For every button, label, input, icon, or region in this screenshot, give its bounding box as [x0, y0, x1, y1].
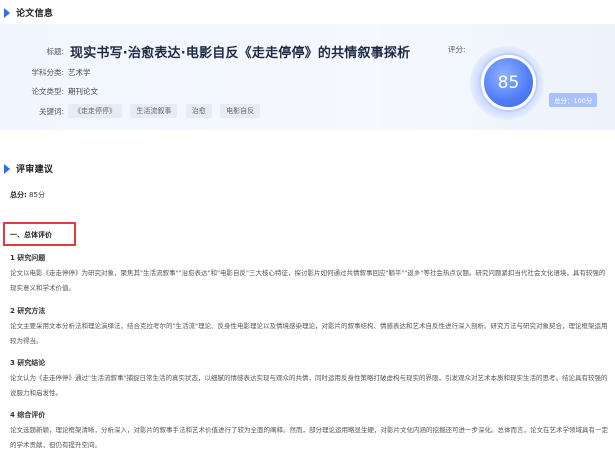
- paper-title: 现实书写·治愈表达·电影自反《走走停停》的共情叙事探析: [70, 46, 411, 61]
- category-value: 艺术学: [68, 68, 91, 77]
- total-score-value: 85分: [29, 191, 45, 199]
- item-heading: 2 研究方法: [10, 307, 46, 315]
- keywords-list: 《走走停停》 生活流叙事 治愈 电影自反: [68, 104, 266, 118]
- score-value: 85: [497, 72, 520, 93]
- triangle-marker-icon: [4, 7, 10, 18]
- keywords-row: 关键词: 《走走停停》 生活流叙事 治愈 电影自反: [0, 104, 266, 118]
- keyword-tag: 治愈: [185, 104, 212, 118]
- triangle-marker-icon: [4, 163, 10, 174]
- section-header-review: 评审建议: [4, 162, 53, 175]
- keyword-tag: 《走走停停》: [68, 104, 122, 118]
- score-circle: 85: [481, 55, 536, 110]
- total-score-label: 总分:: [10, 191, 27, 199]
- item-heading: 1 研究问题: [10, 254, 46, 262]
- title-label: 标题:: [46, 47, 64, 56]
- section-title: 评审建议: [16, 165, 54, 175]
- category-label: 学科分类:: [31, 68, 64, 77]
- keyword-tag: 生活流叙事: [130, 104, 178, 118]
- item-heading: 4 综合评价: [10, 411, 46, 419]
- section-header-paper-info: 论文信息: [4, 6, 53, 19]
- section-title: 论文信息: [16, 9, 54, 19]
- keywords-label: 关键词:: [38, 106, 64, 116]
- item-text: 论文认为《走走停停》通过"生活流叙事"捕捉日常生活的真实状态，以细腻的情感表达实…: [10, 374, 608, 397]
- total-score-badge: 总分：100分: [549, 93, 598, 107]
- item-text: 论文以电影《走走停停》为研究对象，聚焦其"生活流叙事""治愈表达"和"电影自反"…: [10, 269, 606, 292]
- total-score-line: 总分: 85分: [10, 190, 45, 200]
- score-label: 评分:: [448, 45, 466, 54]
- item-heading: 3 研究结论: [10, 359, 46, 367]
- category-row: 学科分类: 艺术学: [0, 67, 91, 78]
- keyword-tag: 电影自反: [220, 104, 261, 118]
- item-text: 论文主要采用文本分析法和理论演绎法，结合克拉考尔的"生活流"理论、反身性电影理论…: [10, 322, 608, 345]
- title-row: 标题: 现实书写·治愈表达·电影自反《走走停停》的共情叙事探析: [0, 42, 410, 61]
- type-value: 期刊论文: [68, 87, 98, 96]
- overall-evaluation-title: 一、总体评价: [10, 231, 52, 239]
- type-label: 论文类型:: [31, 87, 64, 96]
- item-text: 论文选题新颖，理论框架清晰，分析深入，对影片的叙事手法和艺术价值进行了较为全面的…: [10, 426, 608, 449]
- type-row: 论文类型: 期刊论文: [0, 86, 98, 97]
